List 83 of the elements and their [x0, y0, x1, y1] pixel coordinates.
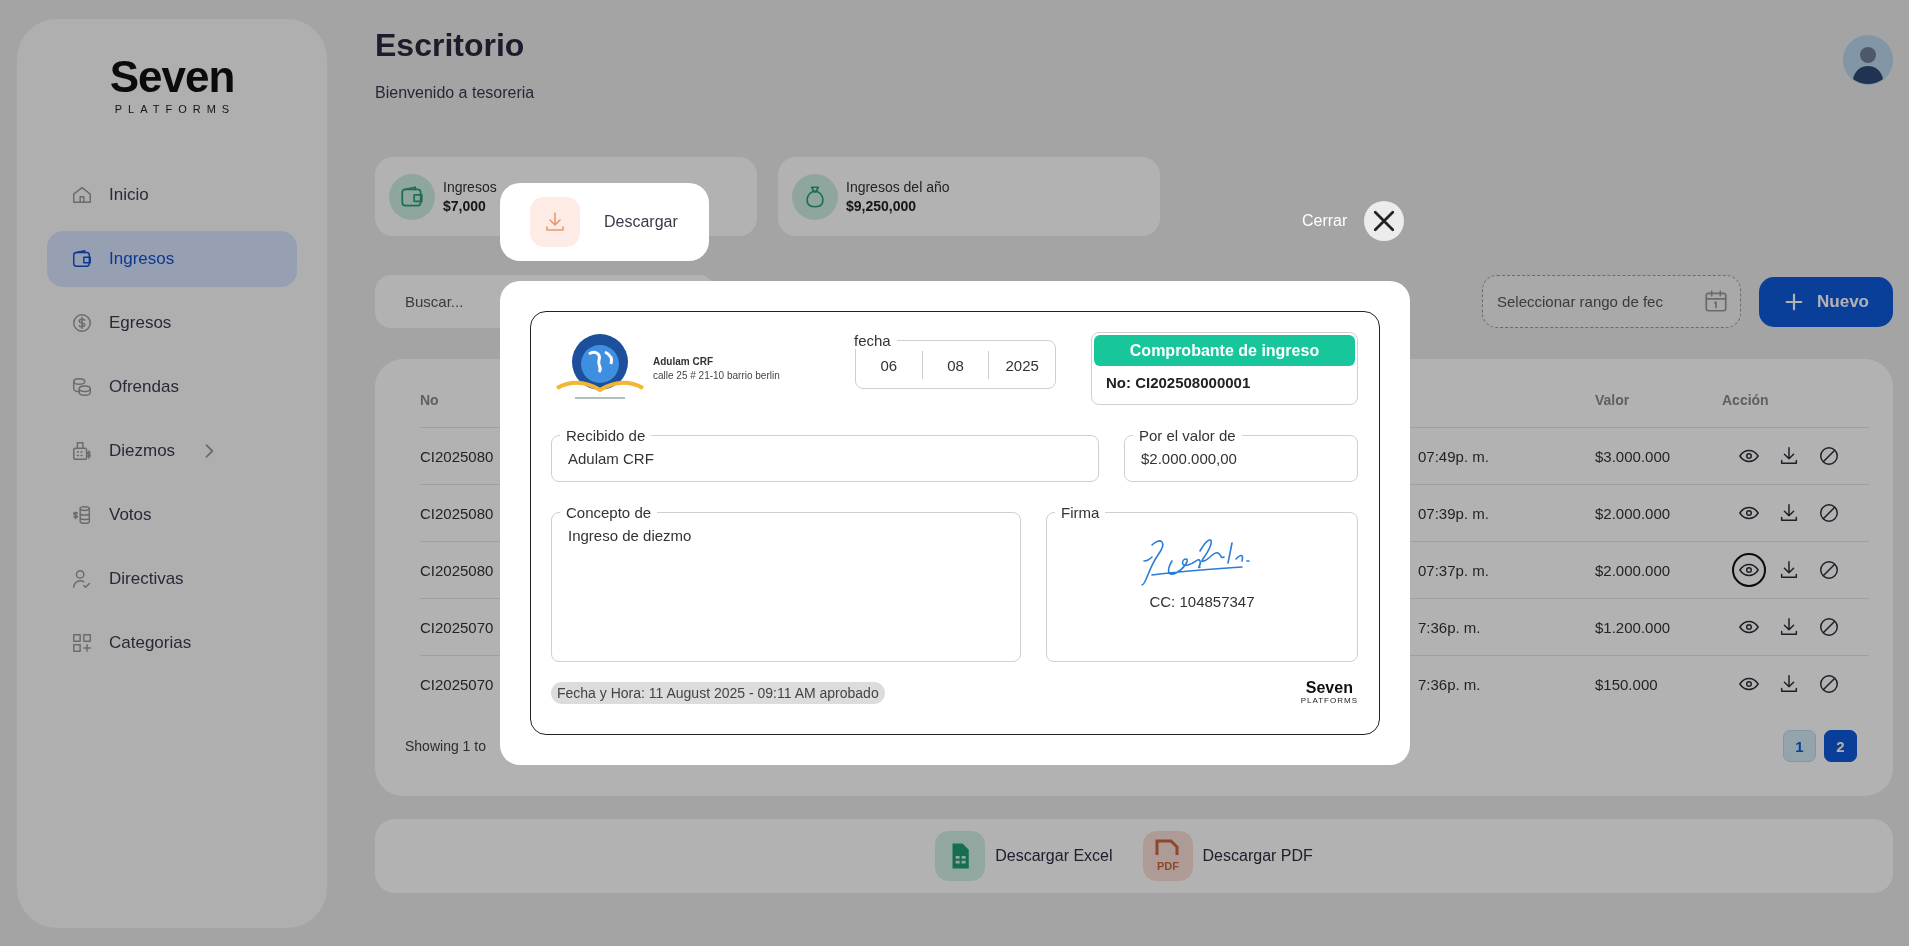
stat-value: $9,250,000	[846, 198, 918, 214]
logo-wordmark: Seven	[109, 55, 235, 99]
pagination-summary: Showing 1 to	[405, 738, 486, 754]
download-icon	[1778, 673, 1800, 695]
dollar-icon	[71, 312, 93, 334]
ban-icon	[1818, 673, 1840, 695]
table-cell: 07:39p. m.	[1418, 504, 1489, 522]
download-excel-button[interactable]: Descargar Excel	[935, 831, 1113, 881]
register-icon	[71, 440, 93, 462]
coins-icon	[71, 376, 93, 398]
home-icon	[71, 184, 93, 206]
field-label: fecha	[853, 332, 892, 349]
download-icon	[1778, 502, 1800, 524]
field-label: Recibido de	[565, 427, 647, 444]
download-icon	[1778, 559, 1800, 581]
download-button[interactable]: Descargar	[500, 183, 709, 261]
table-cell: 7:36p. m.	[1418, 675, 1481, 693]
grid-plus-icon	[71, 632, 93, 654]
stat-label: Ingresos del año	[846, 179, 950, 195]
table-cell: $2.000.000	[1595, 561, 1671, 579]
user-check-icon	[71, 568, 93, 590]
page-button[interactable]: 2	[1824, 730, 1857, 762]
sidebar-item[interactable]: Categorias	[47, 615, 297, 671]
ban-icon	[1818, 559, 1840, 581]
sidebar-item[interactable]: Egresos	[47, 295, 297, 351]
page-subtitle: Bienvenido a tesoreria	[375, 84, 535, 102]
download-icon	[543, 210, 567, 234]
sidebar-item[interactable]: Votos	[47, 487, 297, 543]
new-button[interactable]: Nuevo	[1759, 276, 1893, 327]
table-cell: CI2025070	[420, 618, 494, 636]
signature-id: CC: 104857347	[1149, 593, 1255, 610]
column-header: No	[420, 391, 440, 410]
field-label: Por el valor de	[1138, 427, 1237, 444]
church-name: Adulam CRF	[653, 355, 714, 367]
table-cell: $2.000.000	[1595, 504, 1671, 522]
stat-value: $7,000	[443, 198, 487, 214]
view-button[interactable]	[1732, 553, 1766, 587]
stat-label: Ingresos	[443, 179, 497, 195]
wallet-icon	[71, 248, 93, 270]
table-cell: $150.000	[1595, 675, 1658, 693]
field-label: Concepto de	[565, 504, 653, 521]
page-button[interactable]: 1	[1783, 730, 1816, 762]
table-cell: CI2025080	[420, 504, 494, 522]
sidebar-item[interactable]: Ofrendas	[47, 359, 297, 415]
timestamp-badge: Fecha y Hora: 11 August 2025 - 09:11 AM aprobado	[551, 681, 885, 704]
ban-icon	[1818, 445, 1840, 467]
calendar-icon	[1703, 288, 1729, 314]
table-cell: 07:49p. m.	[1418, 447, 1489, 465]
sidebar-item[interactable]: Ingresos	[47, 231, 297, 287]
table-cell: $1.200.000	[1595, 618, 1671, 636]
table-cell: 07:37p. m.	[1418, 561, 1489, 579]
receipt-title: Comprobante de ingreso	[1094, 335, 1355, 366]
table-cell: $3.000.000	[1595, 447, 1671, 465]
sidebar-item[interactable]: Inicio	[47, 167, 297, 223]
date-value: 2025	[1005, 356, 1039, 374]
coin-stack-icon	[71, 504, 93, 526]
church-address: calle 25 # 21-10 barrio berlin	[653, 369, 780, 381]
table-cell: CI2025080	[420, 447, 494, 465]
receipt-number: No: CI202508000001	[1105, 373, 1252, 391]
page-title: Escritorio	[375, 27, 526, 64]
field-value: Adulam CRF	[568, 449, 655, 467]
wallet-icon	[399, 183, 425, 210]
date-value: 08	[947, 356, 964, 374]
sidebar-item[interactable]: Diezmos	[47, 423, 297, 479]
download-icon	[1778, 445, 1800, 467]
table-cell: CI2025080	[420, 561, 494, 579]
sidebar-item[interactable]: Directivas	[47, 551, 297, 607]
brand-wordmark: Seven	[1305, 680, 1353, 696]
brand-tagline: PLATFORMS	[1300, 696, 1358, 705]
ban-icon	[1818, 616, 1840, 638]
column-header: Acción	[1722, 391, 1770, 410]
field-value: Ingreso de diezmo	[568, 526, 693, 544]
download-pdf-button[interactable]: PDF Descargar PDF	[1142, 831, 1313, 881]
field-value: $2.000.000,00	[1141, 449, 1238, 467]
ban-icon	[1818, 502, 1840, 524]
table-cell: CI2025070	[420, 675, 494, 693]
field-label: Firma	[1060, 504, 1101, 521]
logo-tagline: PLATFORMS	[114, 103, 236, 115]
download-icon	[1778, 616, 1800, 638]
date-value: 06	[880, 356, 898, 374]
table-cell: 7:36p. m.	[1418, 618, 1481, 636]
date-range-field[interactable]: Seleccionar rango de fec	[1482, 275, 1741, 328]
column-header: Valor	[1595, 391, 1631, 410]
